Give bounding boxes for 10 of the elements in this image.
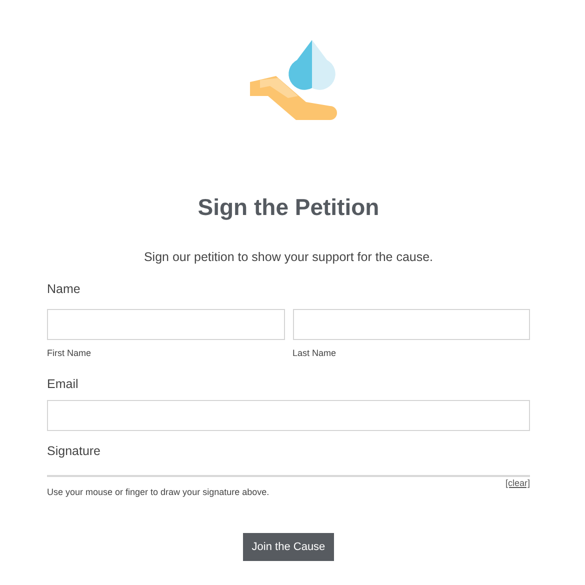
field-sublabel: First Name: [47, 348, 92, 358]
submit-button[interactable]: Join the Cause: [242, 532, 334, 562]
field-label: Name: [47, 282, 80, 296]
form-title: Sign the Petition: [198, 194, 380, 222]
field-label: Email: [47, 377, 78, 391]
clear-link[interactable]: [clear]: [505, 477, 530, 490]
signature-hint: Use your mouse or finger to draw your signature above.: [47, 487, 270, 499]
field-sublabel: Last Name: [292, 348, 336, 358]
field-label: Signature: [47, 444, 101, 458]
form-description: Sign our petition to show your support for the cause.: [144, 250, 434, 264]
